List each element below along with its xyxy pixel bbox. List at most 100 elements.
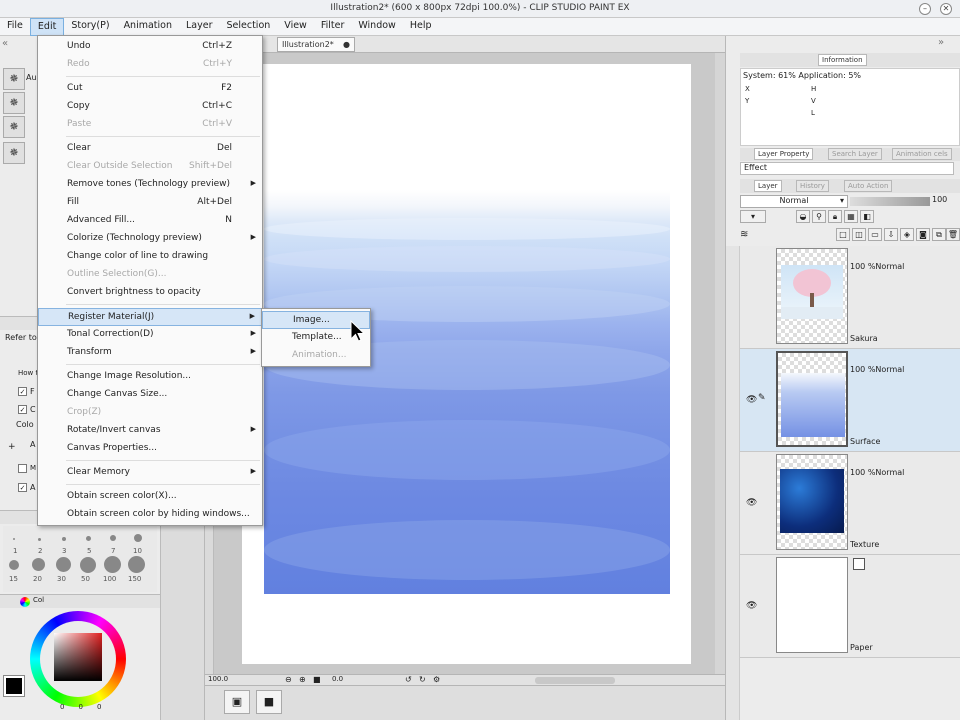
opacity-value[interactable]: 100 xyxy=(932,195,947,204)
menu-redo[interactable]: Redo Ctrl+Y xyxy=(38,56,262,74)
brush-size-3[interactable] xyxy=(62,537,66,541)
history-tab[interactable]: History xyxy=(796,180,829,192)
menu-obtain-screen-color[interactable]: Obtain screen color(X)... xyxy=(38,488,262,506)
zoom-value[interactable]: 100.0 xyxy=(208,675,228,683)
menu-canvas-properties[interactable]: Canvas Properties... xyxy=(38,440,262,458)
clip-icon[interactable]: ◒ xyxy=(796,210,810,223)
navigator-icon[interactable]: ▣ xyxy=(224,690,250,714)
main-color-swatch[interactable] xyxy=(3,675,25,697)
brush-size-5[interactable] xyxy=(86,536,91,541)
color-wheel-icon[interactable] xyxy=(20,597,30,607)
menu-animation[interactable]: Animation xyxy=(117,18,179,36)
expand-icon[interactable]: + xyxy=(8,442,16,452)
layer-row-texture[interactable]: 👁︎ 100 %Normal Texture xyxy=(740,452,960,555)
horizontal-scrollbar[interactable] xyxy=(535,677,615,684)
menu-register-material[interactable]: Register Material(J) ▶ xyxy=(38,308,262,326)
delete-layer-icon[interactable]: 🗑︎ xyxy=(946,228,960,241)
menu-story[interactable]: Story(P) xyxy=(64,18,116,36)
rotate-left-icon[interactable]: ↺ xyxy=(405,675,412,684)
opacity-slider[interactable] xyxy=(850,197,930,206)
brush-size-7[interactable] xyxy=(110,535,116,541)
menu-selection[interactable]: Selection xyxy=(220,18,278,36)
rotation-value[interactable]: 0.0 xyxy=(332,675,343,683)
layer-color-dropdown[interactable]: ▾ xyxy=(740,210,766,223)
menu-change-canvas-size[interactable]: Change Canvas Size... xyxy=(38,386,262,404)
lock-icon[interactable]: 🔒︎ xyxy=(828,210,842,223)
information-tab[interactable]: Information xyxy=(818,54,867,66)
duplicate-icon[interactable]: ⧉ xyxy=(932,228,946,241)
animation-cels-tab[interactable]: Animation cels xyxy=(892,148,952,160)
menu-cut[interactable]: Cut F2 xyxy=(38,80,262,98)
tool-icon-3[interactable]: ✵ xyxy=(3,116,25,138)
brush-size-1[interactable] xyxy=(13,538,15,540)
menu-fill[interactable]: Fill Alt+Del xyxy=(38,194,262,212)
menu-copy[interactable]: Copy Ctrl+C xyxy=(38,98,262,116)
menu-undo[interactable]: Undo Ctrl+Z xyxy=(38,38,262,56)
eye-icon[interactable]: 👁︎ xyxy=(746,498,757,508)
menu-clear[interactable]: Clear Del xyxy=(38,140,262,158)
menu-window[interactable]: Window xyxy=(351,18,402,36)
layer-row-sakura[interactable]: 100 %Normal Sakura xyxy=(740,246,960,349)
menu-colorize[interactable]: Colorize (Technology preview) ▶ xyxy=(38,230,262,248)
reference-icon[interactable]: ⚲ xyxy=(812,210,826,223)
brush-size-10[interactable] xyxy=(134,534,142,542)
zoom-in-icon[interactable]: ⊕ xyxy=(299,675,306,684)
brush-size-50[interactable] xyxy=(80,557,96,573)
checkbox-5[interactable]: ✓ xyxy=(18,483,27,492)
close-button[interactable]: ✕ xyxy=(940,3,952,15)
menu-paste[interactable]: Paste Ctrl+V xyxy=(38,116,262,134)
close-tab-icon[interactable]: ● xyxy=(343,40,350,49)
menu-crop[interactable]: Crop(Z) xyxy=(38,404,262,422)
checkbox-1[interactable]: ✓ xyxy=(18,387,27,396)
menu-outline-selection[interactable]: Outline Selection(G)... xyxy=(38,266,262,284)
new-folder-icon[interactable]: ▭ xyxy=(868,228,882,241)
menu-rotate-invert[interactable]: Rotate/Invert canvas ▶ xyxy=(38,422,262,440)
menu-view[interactable]: View xyxy=(277,18,314,36)
menu-advanced-fill[interactable]: Advanced Fill... N xyxy=(38,212,262,230)
brush-size-30[interactable] xyxy=(56,557,71,572)
brush-size-2[interactable] xyxy=(38,538,41,541)
new-raster-layer-icon[interactable]: □ xyxy=(836,228,850,241)
left-scroll-area[interactable] xyxy=(160,526,204,720)
new-vector-layer-icon[interactable]: ◫ xyxy=(852,228,866,241)
menu-tonal-correction[interactable]: Tonal Correction(D) ▶ xyxy=(38,326,262,344)
color-tab-label[interactable]: Col xyxy=(33,596,44,604)
menu-change-line-color[interactable]: Change color of line to drawing xyxy=(38,248,262,266)
layer-property-tab[interactable]: Layer Property xyxy=(754,148,814,160)
minimize-button[interactable]: – xyxy=(919,3,931,15)
collapse-right-icon[interactable]: » xyxy=(938,37,944,48)
menu-transform[interactable]: Transform ▶ xyxy=(38,344,262,362)
checkbox-4[interactable] xyxy=(18,464,27,473)
menu-change-resolution[interactable]: Change Image Resolution... xyxy=(38,368,262,386)
menu-clear-outside-selection[interactable]: Clear Outside Selection Shift+Del xyxy=(38,158,262,176)
document-tab[interactable]: Illustration2* ● xyxy=(277,37,355,52)
layer-row-paper[interactable]: 👁︎ Paper xyxy=(740,555,960,658)
reset-rotation-icon[interactable]: ⚙ xyxy=(433,675,440,684)
collapse-left-icon[interactable]: « xyxy=(2,38,8,49)
transfer-down-icon[interactable]: ⇩ xyxy=(884,228,898,241)
submenu-animation[interactable]: Animation... xyxy=(262,347,370,365)
menu-help[interactable]: Help xyxy=(403,18,439,36)
layer-row-surface[interactable]: 👁︎ ✎ 100 %Normal Surface xyxy=(740,349,960,452)
camera-icon[interactable]: ■ xyxy=(256,690,282,714)
menu-remove-tones[interactable]: Remove tones (Technology preview) ▶ xyxy=(38,176,262,194)
layer-menu-icon[interactable]: ≋ xyxy=(740,229,748,240)
mask-icon[interactable]: ◧ xyxy=(860,210,874,223)
menu-layer[interactable]: Layer xyxy=(179,18,220,36)
brush-size-20[interactable] xyxy=(32,558,45,571)
menu-file[interactable]: File xyxy=(0,18,30,36)
brush-size-150[interactable] xyxy=(128,556,145,573)
effect-field[interactable]: Effect xyxy=(740,162,954,175)
tool-icon-4[interactable]: ✵ xyxy=(3,142,25,164)
eye-icon[interactable]: 👁︎ xyxy=(746,395,757,405)
lock-alpha-icon[interactable]: ▦ xyxy=(844,210,858,223)
fit-icon[interactable]: ■ xyxy=(313,675,321,684)
menu-edit[interactable]: Edit xyxy=(29,18,65,36)
tool-icon-2[interactable]: ✵ xyxy=(3,92,25,114)
auto-action-tab[interactable]: Auto Action xyxy=(844,180,893,192)
vertical-scrollbar[interactable] xyxy=(715,53,725,674)
zoom-out-icon[interactable]: ⊖ xyxy=(285,675,292,684)
merge-icon[interactable]: ◈ xyxy=(900,228,914,241)
rotate-right-icon[interactable]: ↻ xyxy=(419,675,426,684)
eye-icon[interactable]: 👁︎ xyxy=(746,601,757,611)
